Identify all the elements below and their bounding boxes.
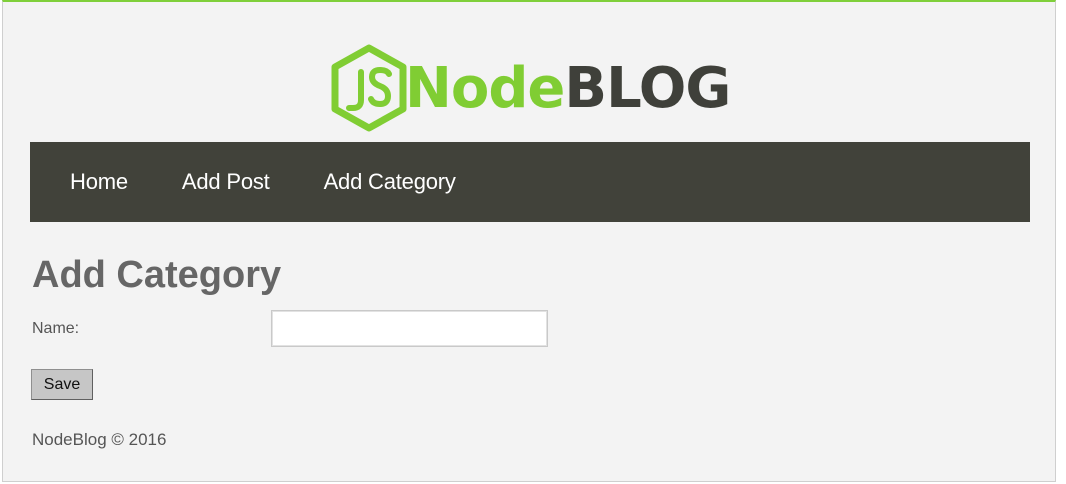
page-title: Add Category bbox=[32, 254, 282, 296]
category-name-input[interactable] bbox=[271, 310, 548, 347]
logo-node-text: Node bbox=[405, 56, 565, 121]
nav-home-link[interactable]: Home bbox=[70, 169, 128, 195]
main-navbar: Home Add Post Add Category bbox=[30, 142, 1030, 222]
site-logo[interactable]: NodeBLOG bbox=[331, 44, 731, 132]
page-container: NodeBLOG Home Add Post Add Category Add … bbox=[2, 0, 1056, 482]
logo-blog-text: BLOG bbox=[564, 56, 731, 121]
nav-add-category-link[interactable]: Add Category bbox=[324, 169, 456, 195]
name-label: Name: bbox=[32, 320, 80, 337]
footer-copyright: NodeBlog © 2016 bbox=[32, 430, 167, 449]
logo-wordmark: NodeBLOG bbox=[405, 61, 731, 117]
save-button[interactable]: Save bbox=[31, 369, 93, 400]
nav-add-post-link[interactable]: Add Post bbox=[182, 169, 270, 195]
js-hexagon-icon bbox=[331, 44, 407, 132]
